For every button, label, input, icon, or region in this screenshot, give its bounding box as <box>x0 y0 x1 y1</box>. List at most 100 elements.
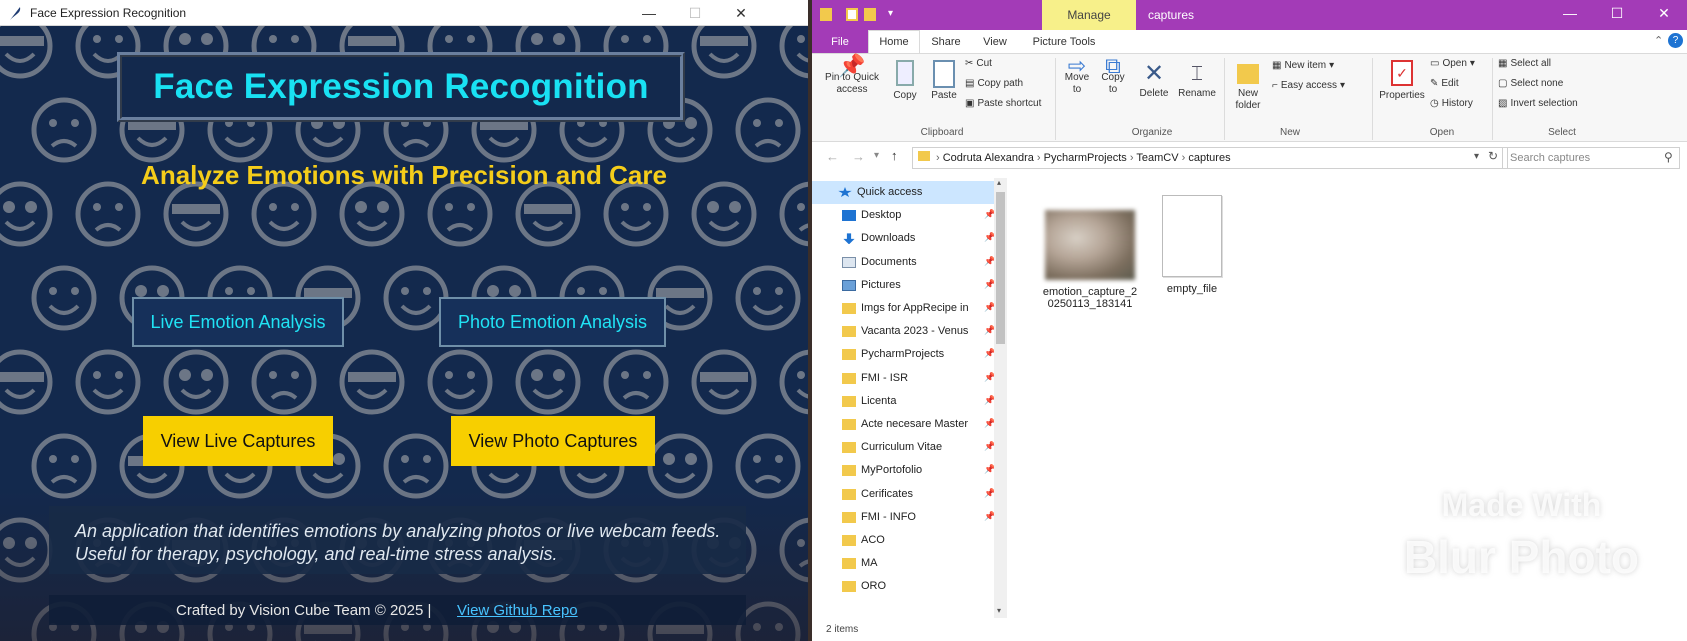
nav-item[interactable]: ORO <box>812 575 994 598</box>
watermark: Made With Blur Photo <box>1403 487 1639 583</box>
recent-chevron-icon[interactable]: ▾ <box>874 150 879 161</box>
nav-item[interactable]: Curriculum Vitae 📌 <box>812 436 995 459</box>
breadcrumb-item[interactable]: Codruta Alexandra <box>943 152 1034 164</box>
nav-item[interactable]: ACO <box>812 529 994 552</box>
help-icon[interactable]: ? <box>1668 33 1683 48</box>
tab-home[interactable]: Home <box>868 30 920 53</box>
copy-path-icon: ▤ <box>965 78 975 89</box>
collapse-ribbon-icon[interactable]: ⌃ <box>1654 34 1663 47</box>
history-button[interactable]: ◷ History <box>1430 98 1473 110</box>
ribbon-tabs: File Home Share View Picture Tools ⌃ ? <box>812 30 1687 53</box>
copy-to-button[interactable]: ⧉ Copy to <box>1096 55 1130 96</box>
tab-view[interactable]: View <box>972 30 1018 53</box>
folder-icon <box>842 535 856 546</box>
easy-access-button[interactable]: ⌐ Easy access ▾ <box>1272 80 1345 92</box>
new-folder-quick-icon[interactable] <box>864 8 876 21</box>
tab-file[interactable]: File <box>812 30 868 53</box>
nav-item[interactable]: FMI - ISR 📌 <box>812 367 995 390</box>
scroll-down-icon[interactable]: ▾ <box>997 606 1001 615</box>
manage-context-tab[interactable]: Manage <box>1042 0 1136 30</box>
delete-button[interactable]: ✕ Delete <box>1134 60 1174 100</box>
folder-icon <box>842 326 856 338</box>
folder-icon <box>842 465 856 477</box>
cut-button[interactable]: ✂ Cut <box>965 58 992 70</box>
open-button[interactable]: ▭ Open ▾ <box>1430 58 1475 70</box>
nav-item[interactable]: Cerificates 📌 <box>812 483 995 506</box>
edit-button[interactable]: ✎ Edit <box>1430 78 1459 90</box>
tab-picture-tools[interactable]: Picture Tools <box>1024 30 1104 53</box>
nav-item[interactable]: Pictures 📌 <box>812 274 995 297</box>
group-label-clipboard: Clipboard <box>920 127 964 138</box>
breadcrumb-item[interactable]: captures <box>1188 152 1230 164</box>
paste-button[interactable]: Paste <box>926 60 962 102</box>
nav-item-label: Licenta <box>861 394 897 407</box>
nav-item-label: Desktop <box>861 209 902 222</box>
file-item-empty[interactable]: empty_file <box>1142 195 1242 295</box>
file-item-image[interactable]: emotion_capture_20250113_183141 <box>1040 210 1140 310</box>
search-input[interactable]: Search captures <box>1502 147 1680 169</box>
close-button[interactable]: ✕ <box>1641 0 1687 26</box>
face-expression-app-window: Face Expression Recognition — ☐ ✕ Face E… <box>0 0 808 641</box>
invert-selection-button[interactable]: ▧ Invert selection <box>1498 98 1578 110</box>
up-arrow-icon[interactable]: ↑ <box>891 148 898 163</box>
nav-item[interactable]: FMI - INFO 📌 <box>812 506 995 529</box>
move-to-button[interactable]: ⇨ Move to <box>1060 53 1094 96</box>
properties-button[interactable]: ✓ Properties <box>1376 60 1428 102</box>
nav-item[interactable]: MyPortofolio 📌 <box>812 459 995 482</box>
live-emotion-analysis-button[interactable]: Live Emotion Analysis <box>132 297 344 347</box>
breadcrumb-item[interactable]: PycharmProjects <box>1044 152 1127 164</box>
tab-share[interactable]: Share <box>922 30 970 53</box>
breadcrumb-item[interactable]: TeamCV <box>1136 152 1178 164</box>
maximize-button[interactable]: ☐ <box>672 0 718 26</box>
nav-item[interactable]: Downloads 📌 <box>812 227 995 250</box>
photo-emotion-analysis-button[interactable]: Photo Emotion Analysis <box>439 297 666 347</box>
forward-arrow-icon[interactable]: → <box>852 149 865 164</box>
new-folder-button[interactable]: New folder <box>1228 60 1268 112</box>
app-heading: Face Expression Recognition <box>153 67 649 106</box>
close-button[interactable]: ✕ <box>718 0 764 26</box>
navigation-scrollbar[interactable]: ▴ ▾ <box>994 178 1007 618</box>
paste-shortcut-button[interactable]: ▣ Paste shortcut <box>965 98 1041 110</box>
pin-to-quick-access-button[interactable]: 📌 Pin to Quick access <box>820 55 884 96</box>
refresh-icon[interactable]: ↻ <box>1488 149 1498 163</box>
nav-item[interactable]: PycharmProjects 📌 <box>812 343 995 366</box>
copy-button[interactable]: Copy <box>888 60 922 102</box>
properties-quick-icon[interactable] <box>846 8 858 21</box>
nav-item[interactable]: Acte necesare Master 📌 <box>812 413 995 436</box>
nav-item-label: ORO <box>861 580 887 593</box>
document-icon <box>842 256 856 268</box>
nav-item-label: Imgs for AppRecipe in <box>861 302 969 314</box>
minimize-button[interactable]: — <box>1547 0 1593 26</box>
chevron-down-icon[interactable]: ▾ <box>888 8 893 19</box>
scrollbar-thumb[interactable] <box>996 192 1005 344</box>
nav-item[interactable]: Licenta 📌 <box>812 390 995 413</box>
file-name: empty_file <box>1166 283 1218 295</box>
nav-item-label: Downloads <box>861 232 916 245</box>
app-titlebar[interactable]: Face Expression Recognition — ☐ ✕ <box>0 0 808 26</box>
copy-path-button[interactable]: ▤ Copy path <box>965 78 1023 90</box>
select-none-button[interactable]: ▢ Select none <box>1498 78 1563 90</box>
nav-item[interactable]: Documents 📌 <box>812 251 995 274</box>
maximize-button[interactable]: ☐ <box>1594 0 1640 26</box>
nav-item[interactable]: Desktop 📌 <box>812 204 995 227</box>
app-subtitle: Analyze Emotions with Precision and Care <box>141 160 667 190</box>
back-arrow-icon[interactable]: ← <box>826 149 839 164</box>
nav-item[interactable]: Quick access <box>812 181 994 204</box>
github-repo-link[interactable]: View Github Repo <box>457 602 578 619</box>
address-dropdown-icon[interactable]: ▾ <box>1474 151 1479 162</box>
nav-item[interactable]: Vacanta 2023 - Venus 📌 <box>812 320 995 343</box>
view-live-captures-button[interactable]: View Live Captures <box>143 416 333 466</box>
search-icon: ⚲ <box>1664 150 1673 164</box>
chevron-down-icon: ▾ <box>1339 80 1346 91</box>
explorer-titlebar[interactable]: ▾ Manage captures — ☐ ✕ <box>812 0 1687 30</box>
rename-button[interactable]: ⌶ Rename <box>1176 60 1218 100</box>
minimize-button[interactable]: — <box>626 0 672 26</box>
tk-feather-icon <box>10 7 21 20</box>
scroll-up-icon[interactable]: ▴ <box>997 178 1001 187</box>
move-to-icon: ⇨ <box>1067 53 1087 78</box>
nav-item[interactable]: MA <box>812 552 994 575</box>
new-item-button[interactable]: ▦ New item ▾ <box>1272 60 1334 72</box>
select-all-button[interactable]: ▦ Select all <box>1498 58 1551 70</box>
nav-item[interactable]: Imgs for AppRecipe in 📌 <box>812 297 995 320</box>
view-photo-captures-button[interactable]: View Photo Captures <box>451 416 655 466</box>
